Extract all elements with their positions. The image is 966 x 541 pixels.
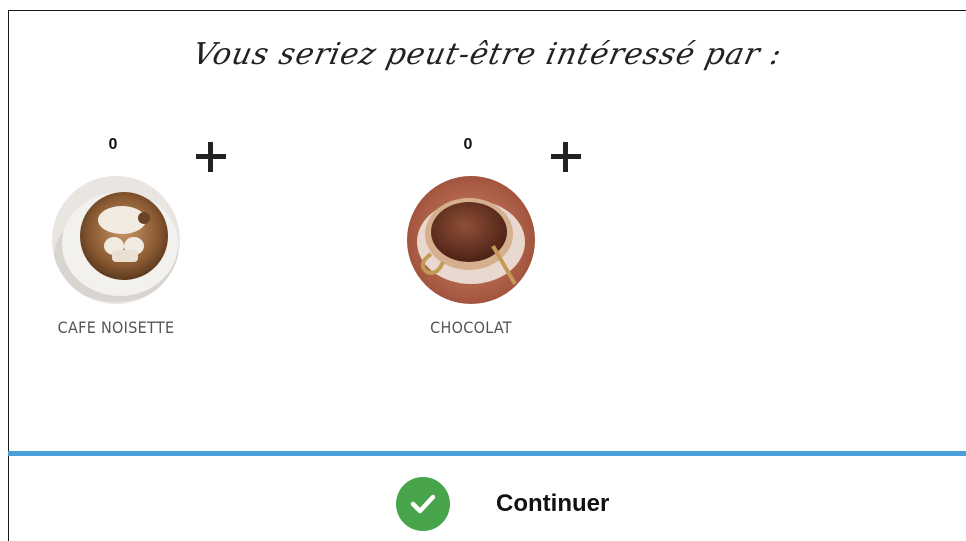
plus-icon[interactable] xyxy=(551,142,581,172)
checkmark-icon xyxy=(396,477,450,531)
continue-label: Continuer xyxy=(496,490,610,517)
quantity-counter: 0 xyxy=(463,136,473,153)
quantity-counter: 0 xyxy=(108,136,118,153)
cafe-noisette-image[interactable] xyxy=(52,176,180,304)
plus-icon[interactable] xyxy=(196,142,226,172)
continue-button[interactable]: Continuer xyxy=(396,474,636,534)
footer-divider xyxy=(8,451,966,456)
product-name: CHOCOLAT xyxy=(430,318,512,337)
product-card-chocolat: 0 CHOCOLAT xyxy=(391,130,591,350)
chocolat-image[interactable] xyxy=(407,176,535,304)
product-name: CAFE NOISETTE xyxy=(57,318,175,337)
page-title: Vous seriez peut-être intéressé par : xyxy=(189,37,786,72)
product-card-cafe-noisette: 0 CAFE NOISETTE xyxy=(36,130,236,350)
